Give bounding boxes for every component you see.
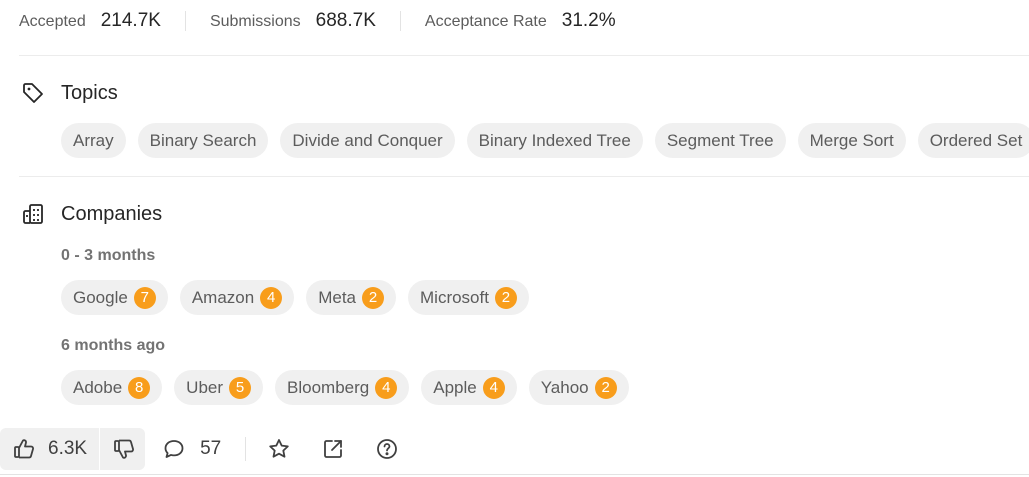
comment-icon <box>164 440 184 458</box>
share-icon <box>324 440 343 458</box>
stat-acceptance-rate: Acceptance Rate 31.2% <box>425 10 616 32</box>
company-tag[interactable]: Apple 4 <box>421 370 517 405</box>
help-icon <box>377 439 398 459</box>
count-badge: 4 <box>375 376 398 399</box>
comment-count: 57 <box>200 438 222 459</box>
like-button[interactable]: 6.3K <box>0 428 99 470</box>
like-count: 6.3K <box>48 438 88 459</box>
company-name: Meta <box>318 287 356 307</box>
company-name: Google <box>73 287 128 307</box>
companies-title: Companies <box>61 202 163 225</box>
company-tag[interactable]: Yahoo 2 <box>528 370 629 405</box>
topic-tag[interactable]: Divide and Conquer <box>280 123 455 158</box>
stat-label: Accepted <box>19 13 86 30</box>
action-toolbar: 6.3K 57 <box>0 428 429 470</box>
count-badge: 2 <box>362 286 384 309</box>
divider <box>184 11 186 31</box>
company-tag[interactable]: Uber 5 <box>174 370 264 405</box>
help-button[interactable] <box>375 437 399 461</box>
stat-value: 31.2% <box>561 10 616 31</box>
count-badge: 5 <box>229 376 252 399</box>
companies-header[interactable]: Companies <box>21 202 162 226</box>
topic-tag[interactable]: Binary Indexed Tree <box>466 123 643 158</box>
divider <box>399 11 401 31</box>
divider <box>245 437 247 461</box>
thumbs-down-icon <box>114 439 135 459</box>
topics-header[interactable]: Topics <box>21 81 118 105</box>
stat-value: 688.7K <box>315 10 376 31</box>
topic-tag[interactable]: Merge Sort <box>797 123 906 158</box>
stat-submissions: Submissions 688.7K <box>210 10 376 32</box>
topics-title: Topics <box>61 81 118 104</box>
star-icon <box>269 439 289 458</box>
company-name: Apple <box>433 377 477 397</box>
company-name: Uber <box>186 377 224 397</box>
company-group-label: 6 months ago <box>61 337 166 354</box>
company-tags: Adobe 8 Uber 5 Bloomberg 4 Apple 4 Yahoo 2 <box>61 370 641 405</box>
company-group-label: 0 - 3 months <box>61 247 156 264</box>
share-button[interactable] <box>321 437 345 461</box>
company-name: Bloomberg <box>287 377 370 397</box>
stats-row: Accepted 214.7K Submissions 688.7K Accep… <box>19 9 616 33</box>
stat-label: Submissions <box>209 13 301 30</box>
company-tag[interactable]: Microsoft 2 <box>408 280 529 315</box>
count-badge: 8 <box>128 376 151 399</box>
count-badge: 2 <box>594 376 617 399</box>
divider <box>19 176 1029 177</box>
count-badge: 4 <box>482 376 505 399</box>
tag-icon <box>23 83 43 103</box>
divider <box>0 474 1029 475</box>
company-tag[interactable]: Google 7 <box>61 280 168 315</box>
topic-tag[interactable]: Ordered Set <box>917 123 1029 158</box>
stat-accepted: Accepted 214.7K <box>19 10 161 32</box>
topic-tag[interactable]: Segment Tree <box>654 123 786 158</box>
count-badge: 2 <box>494 286 517 309</box>
company-tags: Google 7 Amazon 4 Meta 2 Microsoft 2 <box>61 280 541 315</box>
company-name: Yahoo <box>540 377 589 397</box>
company-tag[interactable]: Meta 2 <box>306 280 396 315</box>
company-name: Adobe <box>73 377 123 397</box>
company-tag[interactable]: Amazon 4 <box>179 280 295 315</box>
stat-label: Acceptance Rate <box>424 13 547 30</box>
building-icon <box>23 204 43 224</box>
thumbs-up-icon <box>14 439 34 459</box>
count-badge: 4 <box>260 286 283 309</box>
topic-tag[interactable]: Binary Search <box>137 123 269 158</box>
topic-tags: Array Binary Search Divide and Conquer B… <box>61 123 1029 158</box>
dislike-button[interactable] <box>100 428 145 470</box>
comments-button[interactable]: 57 <box>162 437 221 461</box>
company-name: Microsoft <box>420 287 489 307</box>
company-name: Amazon <box>191 287 255 307</box>
favorite-button[interactable] <box>267 437 291 461</box>
count-badge: 7 <box>133 286 156 309</box>
vote-group: 6.3K <box>0 428 146 470</box>
topic-tag[interactable]: Array <box>61 123 126 158</box>
company-tag[interactable]: Adobe 8 <box>61 370 163 405</box>
divider <box>19 55 1029 56</box>
company-tag[interactable]: Bloomberg 4 <box>275 370 410 405</box>
stat-value: 214.7K <box>100 10 161 31</box>
